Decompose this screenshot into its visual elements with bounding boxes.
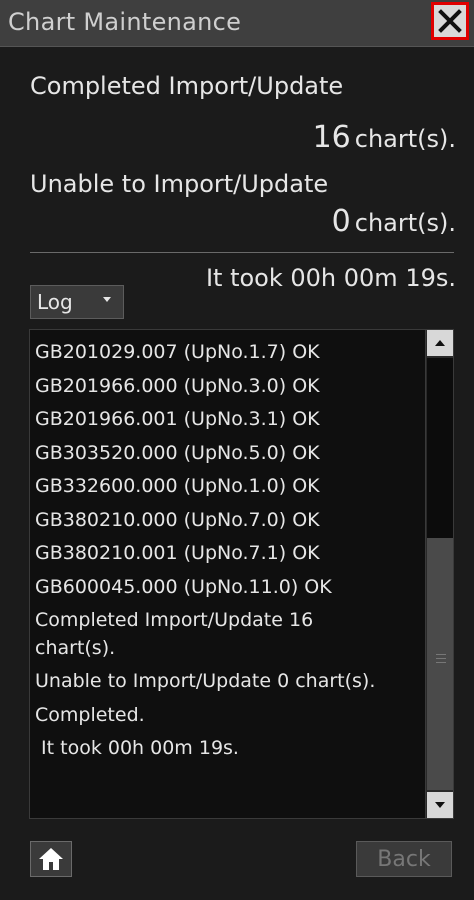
log-line: GB380210.001 (UpNo.7.1) OK bbox=[35, 542, 320, 564]
unable-label: Unable to Import/Update bbox=[30, 170, 329, 198]
log-line: GB201029.007 (UpNo.1.7) OK bbox=[35, 341, 320, 363]
divider bbox=[30, 252, 454, 253]
log-line: GB332600.000 (UpNo.1.0) OK bbox=[35, 475, 320, 497]
unable-unit: chart(s). bbox=[354, 209, 456, 237]
log-line: It took 00h 00m 19s. bbox=[35, 737, 239, 759]
log-line: Completed Import/Update 16 chart(s). bbox=[35, 609, 314, 659]
completed-label: Completed Import/Update bbox=[30, 72, 344, 100]
completed-unit: chart(s). bbox=[354, 125, 456, 153]
scroll-thumb[interactable] bbox=[427, 538, 453, 790]
grip-icon bbox=[436, 654, 446, 655]
chevron-down-icon bbox=[435, 802, 445, 808]
back-button-label: Back bbox=[377, 846, 431, 872]
log-list: GB201029.007 (UpNo.1.7) OK GB201966.000 … bbox=[35, 336, 420, 766]
home-button[interactable] bbox=[30, 841, 72, 877]
log-dropdown[interactable]: Log bbox=[30, 285, 124, 319]
duration-text: It took 00h 00m 19s. bbox=[205, 264, 456, 292]
log-scrollbar[interactable] bbox=[425, 330, 453, 818]
log-line: GB380210.000 (UpNo.7.0) OK bbox=[35, 508, 320, 531]
chevron-up-icon bbox=[435, 340, 445, 346]
scroll-track[interactable] bbox=[427, 358, 453, 538]
log-line: GB600045.000 (UpNo.11.0) OK bbox=[35, 575, 332, 598]
log-line: GB303520.000 (UpNo.5.0) OK bbox=[35, 441, 320, 464]
window-title: Chart Maintenance bbox=[8, 8, 242, 36]
scroll-down-button[interactable] bbox=[427, 792, 453, 818]
log-line: Unable to Import/Update 0 chart(s). bbox=[35, 670, 376, 692]
chevron-down-icon bbox=[103, 297, 111, 302]
log-line: GB201966.001 (UpNo.3.1) OK bbox=[35, 408, 320, 430]
close-icon bbox=[438, 9, 462, 33]
title-bar: Chart Maintenance bbox=[0, 0, 474, 47]
unable-count-line: 0 chart(s). bbox=[332, 204, 456, 239]
home-icon bbox=[39, 848, 63, 870]
completed-count: 16 bbox=[312, 120, 351, 155]
log-dropdown-value: Log bbox=[37, 290, 73, 314]
unable-count: 0 bbox=[331, 204, 351, 239]
close-button[interactable] bbox=[431, 2, 469, 40]
log-line: GB201966.000 (UpNo.3.0) OK bbox=[35, 374, 320, 397]
back-button[interactable]: Back bbox=[356, 841, 452, 877]
log-panel: GB201029.007 (UpNo.1.7) OK GB201966.000 … bbox=[29, 329, 454, 819]
log-line: Completed. bbox=[35, 703, 145, 726]
completed-count-line: 16 chart(s). bbox=[313, 120, 456, 155]
scroll-up-button[interactable] bbox=[427, 330, 453, 356]
